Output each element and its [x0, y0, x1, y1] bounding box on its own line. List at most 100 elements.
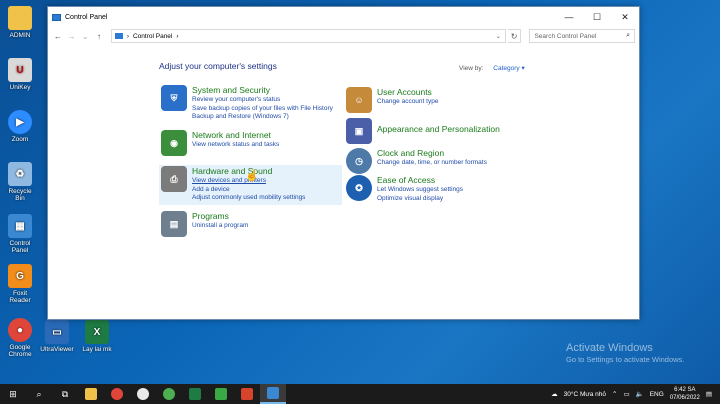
recorder-icon [241, 388, 253, 400]
breadcrumb-separator[interactable]: › [176, 33, 178, 40]
language-indicator[interactable]: ENG [650, 391, 664, 398]
back-button[interactable]: ← [52, 29, 64, 43]
control-panel-icon [114, 33, 123, 39]
desktop-icon-foxit[interactable]: G Foxit Reader [3, 264, 37, 304]
category-title[interactable]: Programs [192, 211, 248, 222]
link-mobility-settings[interactable]: Adjust commonly used mobility settings [192, 194, 305, 203]
link-uninstall-program[interactable]: Uninstall a program [192, 222, 248, 231]
desktop-icon-label: Lay lai mk [82, 346, 112, 353]
app-icon [163, 388, 175, 400]
category-ease-of-access: ✪ Ease of Access Let Windows suggest set… [346, 175, 463, 203]
address-bar[interactable]: › Control Panel › ⌄ [110, 29, 506, 43]
link-suggest-settings[interactable]: Let Windows suggest settings [377, 186, 463, 195]
category-title[interactable]: Ease of Access [377, 175, 463, 186]
link-backup-restore[interactable]: Backup and Restore (Windows 7) [192, 113, 333, 122]
printer-icon[interactable]: ⎙ [161, 166, 187, 192]
weather-text[interactable]: 30°C Mưa nhỏ [564, 391, 606, 398]
close-button[interactable]: ✕ [611, 7, 639, 27]
folder-icon [8, 6, 32, 30]
desktop-icon-chrome[interactable]: ● Google Chrome [3, 318, 37, 358]
watermark-subtitle: Go to Settings to activate Windows. [566, 355, 685, 364]
clock-icon[interactable]: ◷ [346, 148, 372, 174]
users-icon[interactable]: ☺ [346, 87, 372, 113]
system-tray: ☁ 30°C Mưa nhỏ ⌃ ▭ 🔈 ENG 6:42 SA 07/06/2… [551, 386, 720, 402]
forward-button[interactable]: → [66, 29, 78, 43]
desktop-icon-label: Control Panel [9, 240, 31, 254]
network-icon[interactable]: ◉ [161, 130, 187, 156]
link-date-time-formats[interactable]: Change date, time, or number formats [377, 159, 487, 168]
taskbar-camtasia[interactable] [208, 384, 234, 404]
link-optimize-display[interactable]: Optimize visual display [377, 195, 463, 204]
ease-of-access-icon[interactable]: ✪ [346, 175, 372, 201]
taskbar-chrome[interactable] [104, 384, 130, 404]
desktop-icon-unikey[interactable]: U UniKey [3, 58, 37, 91]
appearance-icon[interactable]: ▣ [346, 118, 372, 144]
search-icon[interactable]: ⌕ [626, 32, 630, 40]
minimize-button[interactable]: — [555, 7, 583, 27]
show-hidden-icons-icon[interactable]: ⌃ [612, 390, 617, 398]
excel-icon [189, 388, 201, 400]
recent-locations-button[interactable]: ⌄ [79, 29, 91, 43]
desktop-icon-ultraviewer[interactable]: ▭ UltraViewer [40, 320, 74, 353]
up-button[interactable]: ↑ [93, 29, 105, 43]
taskbar-recorder[interactable] [234, 384, 260, 404]
clock-time: 6:42 SA [674, 387, 696, 393]
taskbar-file-explorer[interactable] [78, 384, 104, 404]
desktop-icon-control-panel[interactable]: ▦ Control Panel [3, 214, 37, 254]
volume-icon[interactable]: 🔈 [636, 390, 644, 398]
desktop-icon-zoom[interactable]: ▶ Zoom [3, 110, 37, 143]
category-title[interactable]: Clock and Region [377, 148, 487, 159]
search-button[interactable]: ⌕ [26, 384, 52, 404]
search-placeholder: Search Control Panel [534, 32, 597, 40]
taskbar: ⊞ ⌕ ⧉ ☁ 30°C Mưa nhỏ ⌃ ▭ 🔈 ENG 6:42 SA 0… [0, 384, 720, 404]
view-by: View by: Category ▾ [459, 64, 525, 72]
desktop-icon-excel-file[interactable]: X Lay lai mk [80, 320, 114, 353]
taskbar-zalo[interactable] [130, 384, 156, 404]
address-dropdown-icon[interactable]: ⌄ [496, 33, 505, 40]
category-system-and-security: ⛨ System and Security Review your comput… [161, 85, 333, 122]
folder-icon [85, 388, 97, 400]
category-title[interactable]: User Accounts [377, 87, 438, 98]
network-tray-icon[interactable]: ▭ [623, 390, 629, 398]
desktop-icon-label: UniKey [9, 84, 31, 91]
unikey-icon: U [8, 58, 32, 82]
category-title[interactable]: Appearance and Personalization [377, 124, 500, 135]
notifications-icon[interactable]: ▤ [706, 390, 712, 398]
programs-icon[interactable]: ▤ [161, 211, 187, 237]
desktop-icon-recycle-bin[interactable]: ♻ Recycle Bin [3, 162, 37, 202]
camtasia-icon [215, 388, 227, 400]
clock[interactable]: 6:42 SA 07/06/2022 [670, 386, 700, 402]
control-panel-icon [52, 13, 61, 21]
category-appearance: ▣ Appearance and Personalization [346, 118, 500, 144]
category-title[interactable]: Network and Internet [192, 130, 279, 141]
excel-icon: X [85, 320, 109, 344]
content-area: Adjust your computer's settings View by:… [48, 45, 639, 320]
shield-icon[interactable]: ⛨ [161, 85, 187, 111]
link-file-history[interactable]: Save backup copies of your files with Fi… [192, 105, 333, 114]
start-button[interactable]: ⊞ [0, 384, 26, 404]
desktop-icon-label: ADMIN [9, 32, 31, 39]
link-review-status[interactable]: Review your computer's status [192, 96, 333, 105]
search-input[interactable]: Search Control Panel ⌕ [529, 29, 636, 43]
maximize-button[interactable]: ☐ [583, 7, 611, 27]
desktop-icon-admin[interactable]: ADMIN [3, 6, 37, 39]
taskbar-control-panel[interactable] [260, 384, 286, 404]
link-network-status[interactable]: View network status and tasks [192, 141, 279, 150]
link-add-device[interactable]: Add a device [192, 186, 305, 195]
link-change-account-type[interactable]: Change account type [377, 98, 438, 107]
desktop-icon-label: Zoom [11, 136, 29, 143]
category-title[interactable]: System and Security [192, 85, 333, 96]
task-view-button[interactable]: ⧉ [52, 384, 78, 404]
chrome-icon: ● [8, 318, 32, 342]
taskbar-app-green[interactable] [156, 384, 182, 404]
page-title: Adjust your computer's settings [159, 61, 277, 71]
breadcrumb-control-panel[interactable]: Control Panel [133, 33, 172, 40]
refresh-button[interactable]: ↻ [507, 29, 522, 43]
view-by-dropdown[interactable]: Category ▾ [493, 65, 524, 72]
mouse-cursor-icon: ☝ [245, 170, 259, 182]
breadcrumb-separator: › [126, 32, 129, 40]
foxit-icon: G [8, 264, 32, 288]
title-bar[interactable]: Control Panel — ☐ ✕ [48, 7, 639, 27]
desktop-icon-label: Foxit Reader [9, 290, 31, 304]
taskbar-excel[interactable] [182, 384, 208, 404]
